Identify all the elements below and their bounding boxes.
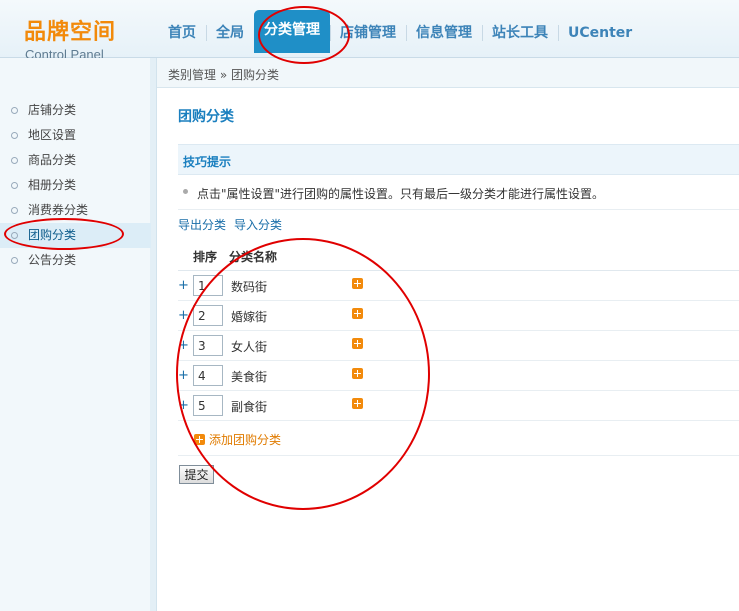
circle-bullet-icon <box>11 132 18 139</box>
add-subcategory-icon[interactable] <box>352 278 363 289</box>
tip-text: 点击"属性设置"进行团购的属性设置。只有最后一级分类才能进行属性设置。 <box>197 187 605 201</box>
add-subcategory-icon[interactable] <box>352 368 363 379</box>
expand-icon[interactable]: + <box>178 398 189 413</box>
nav-home[interactable]: 首页 <box>158 13 206 53</box>
circle-bullet-icon <box>11 107 18 114</box>
sidebar-item-coupon-category[interactable]: 消费券分类 <box>0 198 151 223</box>
order-input[interactable] <box>193 365 223 386</box>
add-groupbuy-category-link[interactable]: 添加团购分类 <box>194 431 281 448</box>
add-subcategory-icon[interactable] <box>352 308 363 319</box>
add-subcategory-icon[interactable] <box>352 338 363 349</box>
sidebar-item-groupbuy-category[interactable]: 团购分类 <box>0 223 151 248</box>
sidebar-item-product-category[interactable]: 商品分类 <box>0 148 151 173</box>
category-name: 美食街 <box>231 370 268 384</box>
category-name: 婚嫁街 <box>231 310 268 324</box>
circle-bullet-icon <box>11 157 18 164</box>
logo-title: 品牌空间 <box>24 20 117 45</box>
sidebar-item-label: 相册分类 <box>28 178 77 192</box>
sidebar-item-label: 团购分类 <box>28 228 77 242</box>
circle-bullet-icon <box>11 182 18 189</box>
expand-icon[interactable]: + <box>178 278 189 293</box>
table-row: + 婚嫁街 <box>178 301 739 331</box>
nav-shop-management[interactable]: 店铺管理 <box>330 13 406 53</box>
tips-header: 技巧提示 <box>178 144 739 175</box>
logo: 品牌空间 Control Panel <box>0 0 155 62</box>
expand-icon[interactable]: + <box>178 338 189 353</box>
top-nav: 首页 全局 分类管理 店铺管理 信息管理 站长工具 UCenter <box>158 10 642 53</box>
add-icon <box>194 434 205 445</box>
circle-bullet-icon <box>11 257 18 264</box>
table-row: + 副食街 <box>178 391 739 421</box>
expand-icon[interactable]: + <box>178 308 189 323</box>
page-title: 团购分类 <box>178 109 234 125</box>
sidebar-item-album-category[interactable]: 相册分类 <box>0 173 151 198</box>
nav-admin-tools[interactable]: 站长工具 <box>482 13 558 53</box>
circle-bullet-icon <box>11 232 18 239</box>
category-name: 副食街 <box>231 400 268 414</box>
column-header-name: 分类名称 <box>229 250 278 264</box>
sidebar-item-notice-category[interactable]: 公告分类 <box>0 248 151 273</box>
header: 品牌空间 Control Panel 首页 全局 分类管理 店铺管理 信息管理 … <box>0 0 739 62</box>
table-row: + 数码街 <box>178 271 739 301</box>
export-categories-link[interactable]: 导出分类 <box>178 218 226 232</box>
sidebar-item-label: 地区设置 <box>28 128 77 142</box>
bullet-icon <box>183 189 188 194</box>
circle-bullet-icon <box>11 207 18 214</box>
import-export-links: 导出分类 导入分类 <box>178 216 290 233</box>
breadcrumb-bar: 类别管理 » 团购分类 <box>157 58 739 88</box>
category-name: 数码街 <box>231 280 268 294</box>
sidebar-item-shop-category[interactable]: 店铺分类 <box>0 98 151 123</box>
nav-category-management[interactable]: 分类管理 <box>254 10 330 53</box>
sidebar-item-label: 店铺分类 <box>28 103 77 117</box>
sidebar: 店铺分类 地区设置 商品分类 相册分类 消费券分类 团购分类 公告分类 <box>0 58 157 611</box>
table-row: + 美食街 <box>178 361 739 391</box>
nav-ucenter[interactable]: UCenter <box>558 13 642 53</box>
sidebar-item-label: 商品分类 <box>28 153 77 167</box>
order-input[interactable] <box>193 275 223 296</box>
nav-global[interactable]: 全局 <box>206 13 254 53</box>
table-row: + 女人街 <box>178 331 739 361</box>
breadcrumb: 类别管理 » 团购分类 <box>168 68 279 82</box>
divider <box>178 455 739 456</box>
order-input[interactable] <box>193 335 223 356</box>
sidebar-menu: 店铺分类 地区设置 商品分类 相册分类 消费券分类 团购分类 公告分类 <box>0 98 151 273</box>
sidebar-item-label: 公告分类 <box>28 253 77 267</box>
table-header: 排序 分类名称 <box>178 241 739 271</box>
tips-body: 点击"属性设置"进行团购的属性设置。只有最后一级分类才能进行属性设置。 <box>178 178 739 210</box>
tips-title: 技巧提示 <box>183 155 232 169</box>
add-subcategory-icon[interactable] <box>352 398 363 409</box>
submit-button[interactable]: 提交 <box>179 465 214 484</box>
order-input[interactable] <box>193 395 223 416</box>
sidebar-item-label: 消费券分类 <box>28 203 89 217</box>
import-categories-link[interactable]: 导入分类 <box>234 218 282 232</box>
category-name: 女人街 <box>231 340 268 354</box>
sidebar-item-region-settings[interactable]: 地区设置 <box>0 123 151 148</box>
nav-info-management[interactable]: 信息管理 <box>406 13 482 53</box>
add-category-label: 添加团购分类 <box>209 433 282 447</box>
order-input[interactable] <box>193 305 223 326</box>
expand-icon[interactable]: + <box>178 368 189 383</box>
column-header-order: 排序 <box>193 250 218 264</box>
